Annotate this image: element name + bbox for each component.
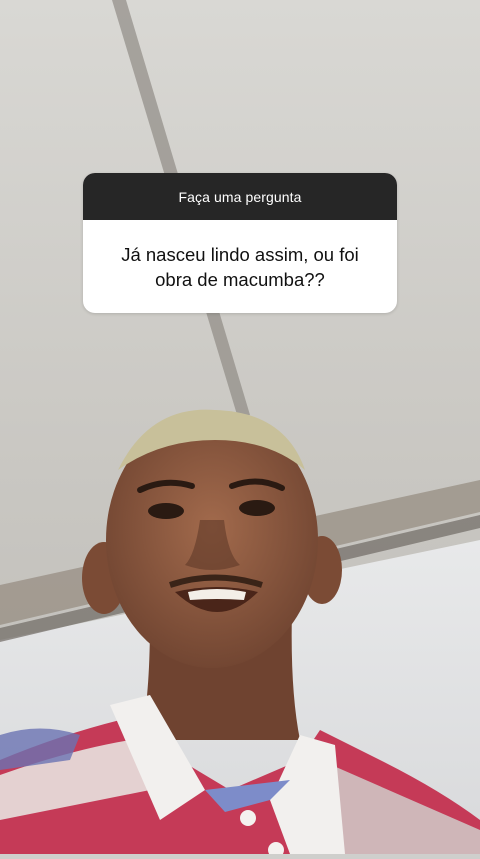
question-sticker[interactable]: Faça uma pergunta Já nasceu lindo assim,… bbox=[83, 173, 397, 313]
question-text: Já nasceu lindo assim, ou foi obra de ma… bbox=[121, 243, 359, 290]
story-photo-background bbox=[0, 0, 480, 858]
question-sticker-header: Faça uma pergunta bbox=[83, 173, 397, 220]
question-sticker-body: Já nasceu lindo assim, ou foi obra de ma… bbox=[83, 220, 397, 313]
question-sticker-header-label: Faça uma pergunta bbox=[178, 188, 302, 205]
selfie-photo bbox=[0, 0, 480, 858]
